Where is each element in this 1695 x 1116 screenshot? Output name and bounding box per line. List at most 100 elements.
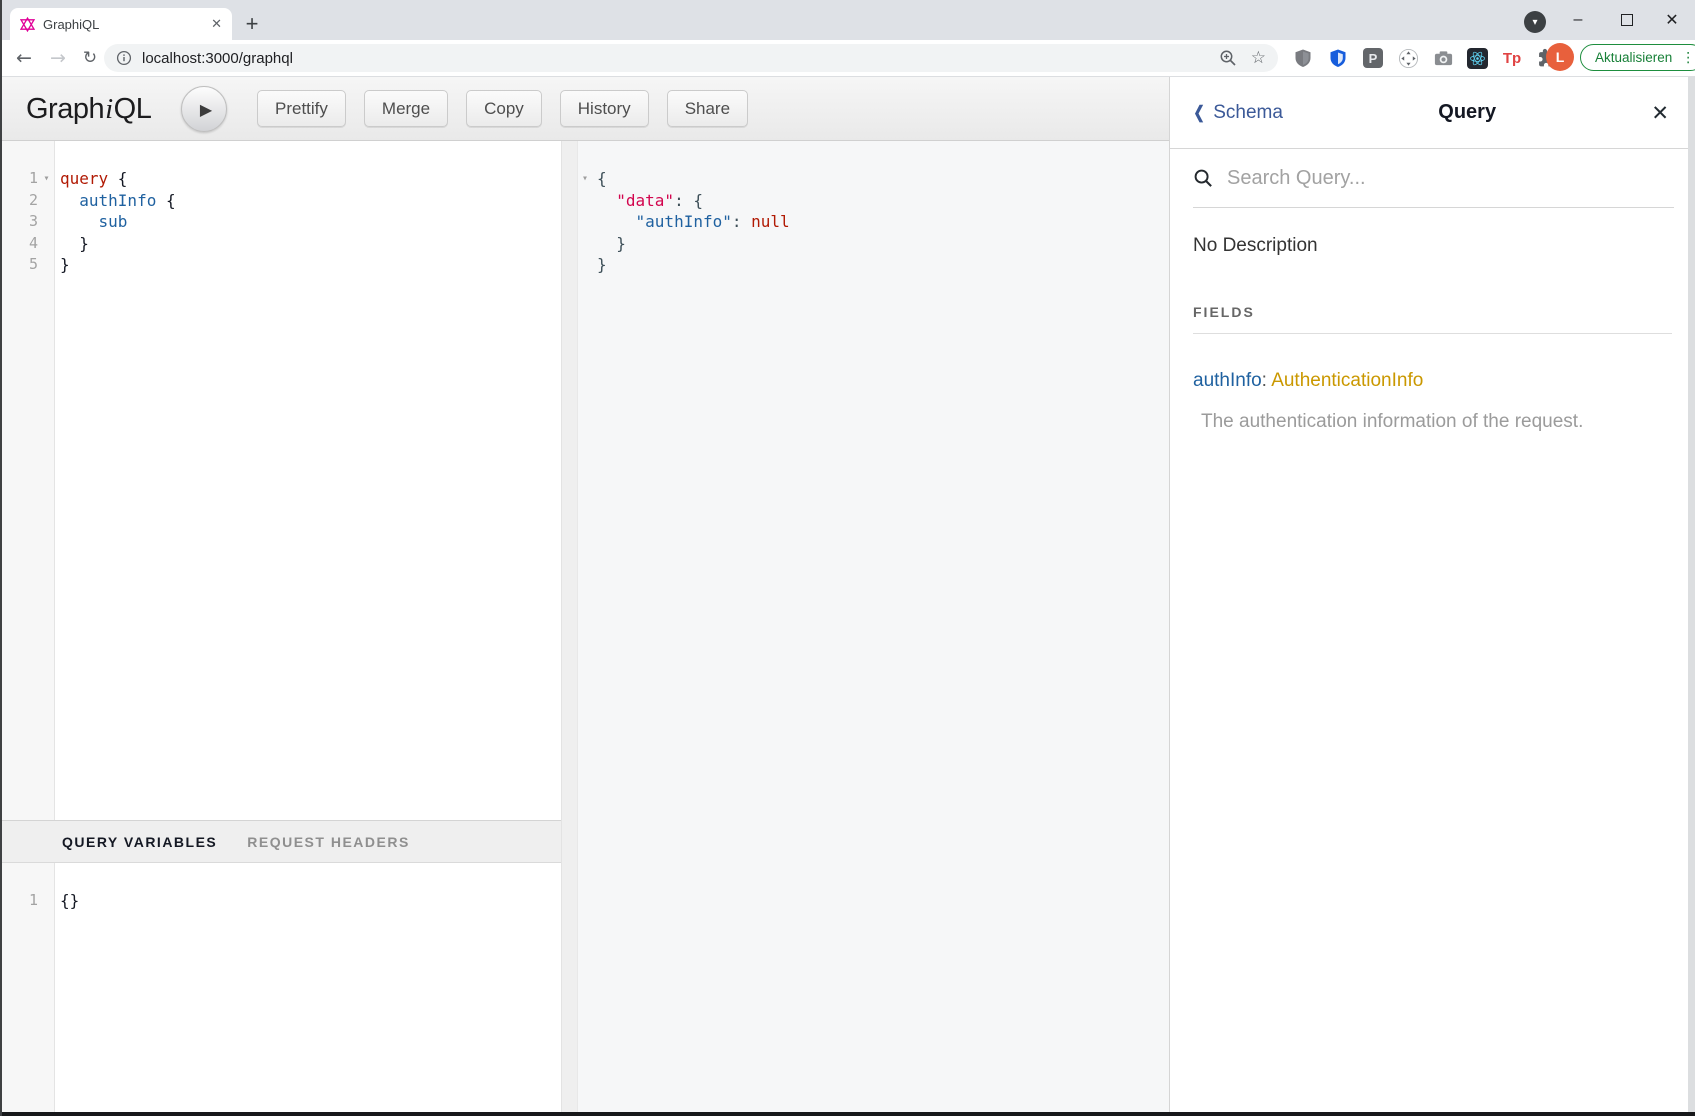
p-badge-icon[interactable]: P [1362,47,1384,69]
doc-search-box[interactable]: Search Query... [1193,149,1674,208]
fold-gutter [38,233,55,255]
variables-editor[interactable]: 1{} [0,863,561,1112]
doc-search-placeholder: Search Query... [1227,167,1366,190]
fold-arrow-icon[interactable]: ▾ [578,168,592,190]
tp-badge-icon[interactable]: Tp [1501,47,1523,69]
code-text: {} [55,890,79,912]
ublock-shield-icon[interactable] [1292,47,1314,69]
line-number: 5 [0,254,38,276]
code-text: query { [55,168,127,190]
fold-gutter [578,254,592,276]
doc-category-title: FIELDS [1193,304,1672,334]
play-icon: ▶ [200,100,212,119]
field-name-link[interactable]: authInfo [1193,370,1262,391]
tab-request-headers[interactable]: REQUEST HEADERS [247,834,410,850]
react-devtools-icon[interactable] [1467,48,1488,69]
tab-title: GraphiQL [43,17,211,32]
query-editor[interactable]: 1▾query {2 authInfo {3 sub4 }5} [0,141,561,820]
result-line[interactable]: } [578,254,1169,276]
browser-window: GraphiQL ✕ + ▾ – ✕ ← → ↻ localhost:3000/… [0,0,1695,1116]
share-button[interactable]: Share [667,90,748,127]
documentation-explorer: ❮ Schema Query ✕ Search Query... No Desc… [1169,77,1695,1112]
extensions-row: P [1292,44,1558,72]
tab-close-icon[interactable]: ✕ [211,16,222,32]
field-type-link[interactable]: AuthenticationInfo [1271,370,1423,391]
code-text: } [592,254,607,276]
line-number: 3 [0,211,38,233]
prettify-button[interactable]: Prettify [257,90,346,127]
doc-close-button[interactable]: ✕ [1651,101,1669,125]
field-colon: : [1262,370,1272,391]
code-text: } [55,254,70,276]
code-text: { [592,168,607,190]
editor-result-divider[interactable] [561,141,578,1112]
fold-gutter [578,211,592,233]
query-line[interactable]: 3 sub [0,211,561,233]
history-button[interactable]: History [560,90,649,127]
bookmark-star-icon[interactable]: ☆ [1251,48,1266,68]
chrome-update-button[interactable]: Aktualisieren ⋮ [1580,44,1695,71]
address-bar[interactable]: localhost:3000/graphql ☆ [104,44,1278,72]
chrome-update-indicator-icon[interactable]: ▾ [1524,11,1546,33]
result-line[interactable]: ▾{ [578,168,1169,190]
variables-line[interactable]: 1{} [0,890,561,912]
fold-arrow-icon[interactable]: ▾ [38,168,55,190]
chevron-left-icon: ❮ [1193,103,1204,123]
page-info-icon[interactable] [116,50,132,66]
line-number: 4 [0,233,38,255]
fold-gutter [38,254,55,276]
chrome-menu-kebab-icon[interactable]: ⋮ [1681,50,1695,66]
graphiql-toolbar-buttons: Prettify Merge Copy History Share [257,90,748,127]
update-button-label: Aktualisieren [1595,50,1672,65]
page-zoom-icon[interactable] [1219,49,1237,67]
result-line[interactable]: "data": { [578,190,1169,212]
doc-no-description: No Description [1193,235,1672,257]
window-bottom-edge [0,1112,1695,1116]
query-line[interactable]: 1▾query { [0,168,561,190]
new-tab-button[interactable]: + [238,10,266,38]
bitwarden-shield-icon[interactable] [1327,47,1349,69]
result-line[interactable]: } [578,233,1169,255]
titlebar: GraphiQL ✕ + ▾ – ✕ [0,0,1695,40]
window-minimize-button[interactable]: – [1560,6,1596,34]
url-text[interactable]: localhost:3000/graphql [142,50,293,67]
doc-fields-list: authInfo: AuthenticationInfoThe authenti… [1170,370,1695,433]
result-viewer: ▾{ "data": { "authInfo": null }} [578,141,1169,1112]
forward-button[interactable]: → [44,44,72,72]
reload-button[interactable]: ↻ [76,44,104,72]
line-number: 2 [0,190,38,212]
doc-explorer-header: ❮ Schema Query ✕ [1170,77,1695,149]
code-text: } [55,233,89,255]
query-line[interactable]: 5} [0,254,561,276]
fold-gutter [578,233,592,255]
browser-tab[interactable]: GraphiQL ✕ [10,8,232,40]
fold-gutter [38,890,55,912]
profile-avatar[interactable]: L [1546,43,1574,71]
query-line[interactable]: 4 } [0,233,561,255]
code-text: } [592,233,626,255]
doc-back-link[interactable]: ❮ Schema [1192,102,1283,124]
window-maximize-button[interactable] [1609,6,1645,34]
variables-editor-lines: 1{} [0,890,561,912]
back-button[interactable]: ← [10,44,38,72]
move-circle-icon[interactable] [1397,47,1419,69]
result-viewer-lines: ▾{ "data": { "authInfo": null }} [578,168,1169,276]
window-close-button[interactable]: ✕ [1654,6,1690,34]
line-number: 1 [0,168,38,190]
result-line[interactable]: "authInfo": null [578,211,1169,233]
query-editor-lines: 1▾query {2 authInfo {3 sub4 }5} [0,168,561,276]
fold-gutter [38,211,55,233]
code-text: authInfo { [55,190,176,212]
code-text: sub [55,211,127,233]
doc-scrollbar[interactable] [1688,77,1695,1112]
camera-icon[interactable] [1432,47,1454,69]
fold-gutter [38,190,55,212]
execute-query-button[interactable]: ▶ [181,86,227,132]
query-line[interactable]: 2 authInfo { [0,190,561,212]
tab-query-variables[interactable]: QUERY VARIABLES [62,834,217,850]
graphiql-logo: GraphiQL [26,77,151,141]
merge-button[interactable]: Merge [364,90,448,127]
code-text: "data": { [592,190,703,212]
fold-gutter [578,190,592,212]
copy-button[interactable]: Copy [466,90,542,127]
